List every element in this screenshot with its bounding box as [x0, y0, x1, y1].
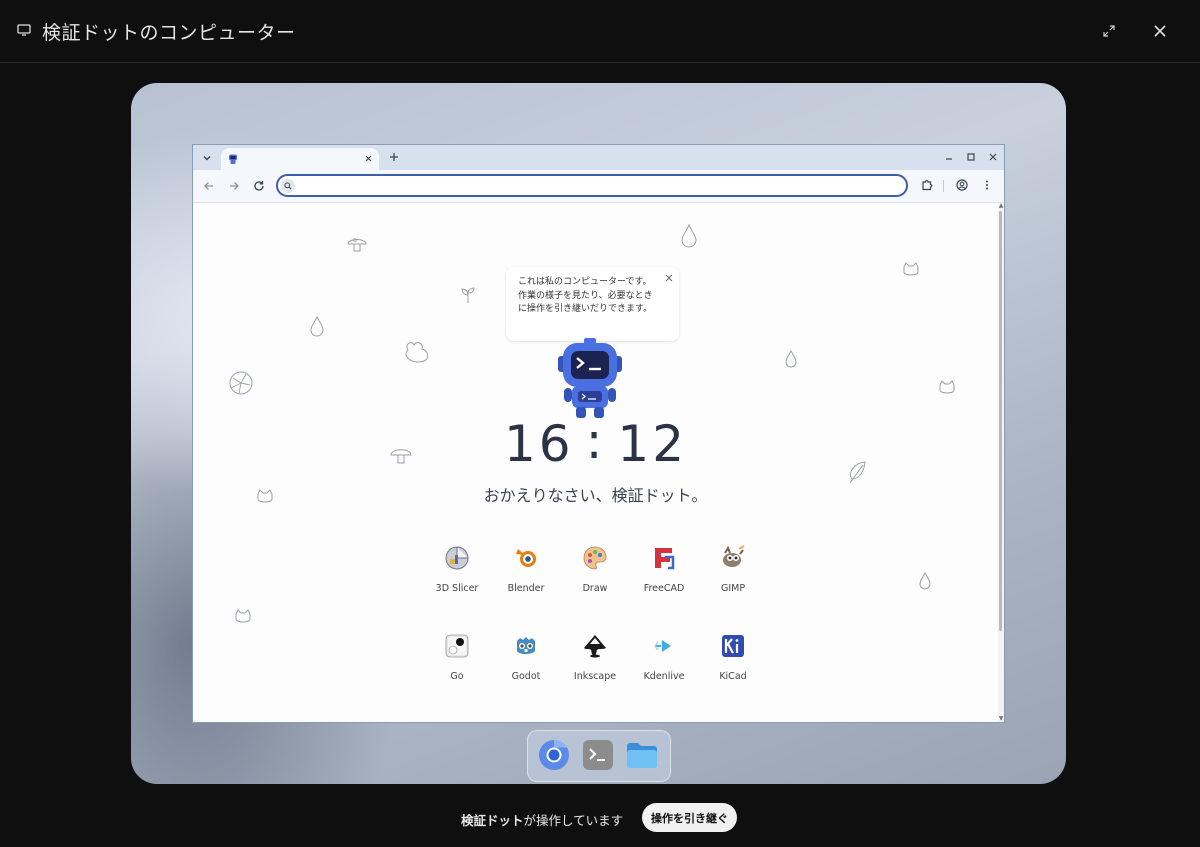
app-label: GIMP	[720, 583, 746, 594]
scroll-down-icon[interactable]: ▼	[998, 716, 1004, 722]
greeting-text: おかえりなさい、検証ドット。	[483, 486, 708, 505]
window-titlebar: 検証ドットのコンピューター	[0, 0, 1200, 63]
terminal-icon[interactable]	[581, 738, 615, 772]
forward-arrow-icon[interactable]	[227, 179, 241, 193]
app-inkscape[interactable]: Inkscape	[560, 627, 630, 687]
tab-strip	[193, 145, 1004, 170]
citrus-doodle-icon	[229, 371, 253, 395]
browser-toolbar	[193, 170, 1004, 203]
mushroom-doodle-icon	[347, 238, 367, 252]
drop-doodle-icon	[681, 223, 697, 248]
actor-name: 検証ドット	[461, 813, 524, 828]
gimp-icon	[723, 545, 745, 567]
maximize-icon[interactable]	[965, 151, 977, 163]
drop-doodle-icon	[919, 572, 931, 590]
app-label: Inkscape	[573, 671, 617, 682]
app-label: Blender	[507, 583, 545, 594]
profile-icon[interactable]	[955, 178, 969, 192]
clock-separator: :	[585, 412, 606, 470]
chrome-icon[interactable]	[537, 738, 571, 772]
draw-icon	[583, 546, 607, 570]
monitor-icon	[17, 24, 31, 36]
drop-doodle-icon	[785, 350, 797, 368]
remote-desktop: これは私のコンピューターです。作業の様子を見たり、必要なときに操作を引き継いだり…	[131, 83, 1066, 784]
cat-doodle-icon	[903, 262, 919, 276]
freecad-icon	[655, 548, 675, 570]
browser-tab[interactable]	[221, 148, 379, 170]
clock-minutes: 12	[617, 415, 688, 473]
app-kdenlive[interactable]: Kdenlive	[629, 627, 699, 687]
go-icon	[445, 634, 469, 658]
address-input[interactable]	[300, 177, 899, 196]
dock	[527, 730, 671, 782]
extensions-icon[interactable]	[920, 178, 934, 192]
scrollbar-thumb[interactable]	[999, 211, 1002, 631]
tab-close-icon[interactable]	[363, 153, 374, 164]
robot-favicon-icon	[229, 154, 237, 164]
new-tab-page: これは私のコンピューターです。作業の様子を見たり、必要なときに操作を引き継いだり…	[193, 203, 998, 722]
clock: 16:12	[193, 412, 998, 473]
app-freecad[interactable]: FreeCAD	[629, 539, 699, 599]
app-label: Godot	[511, 671, 541, 682]
app-go[interactable]: Go	[422, 627, 492, 687]
window-title: 検証ドットのコンピューター	[42, 22, 296, 44]
reload-icon[interactable]	[252, 179, 266, 193]
app-label: 3D Slicer	[435, 583, 479, 594]
back-arrow-icon[interactable]	[202, 179, 216, 193]
minimize-icon[interactable]	[943, 151, 955, 163]
kicad-icon	[722, 635, 744, 657]
toolbar-divider	[943, 180, 944, 192]
app-kicad[interactable]: KiCad	[698, 627, 768, 687]
scroll-up-icon[interactable]: ▲	[998, 203, 1004, 209]
robot-mascot-icon	[558, 338, 622, 418]
chevron-down-icon[interactable]	[201, 152, 213, 164]
godot-icon	[517, 637, 535, 654]
blender-icon	[516, 549, 536, 567]
kdenlive-icon	[654, 640, 671, 652]
kebab-menu-icon[interactable]	[980, 178, 994, 192]
address-bar[interactable]	[276, 174, 908, 197]
clock-hours: 16	[503, 415, 574, 473]
app-draw[interactable]: Draw	[560, 539, 630, 599]
bubble-text: これは私のコンピューターです。作業の様子を見たり、必要なときに操作を引き継いだり…	[518, 277, 653, 314]
app-label: FreeCAD	[643, 583, 685, 594]
app-label: KiCad	[719, 671, 747, 682]
mascot-speech-bubble: これは私のコンピューターです。作業の様子を見たり、必要なときに操作を引き継いだり…	[506, 267, 679, 341]
app-godot[interactable]: Godot	[491, 627, 561, 687]
bubble-close-icon[interactable]	[664, 273, 674, 283]
plus-icon[interactable]	[387, 150, 401, 164]
expand-icon[interactable]	[1102, 24, 1116, 38]
cat-doodle-icon	[939, 380, 955, 394]
page-scrollbar[interactable]: ▲ ▼	[998, 203, 1004, 722]
search-icon	[281, 179, 295, 193]
status-message: が操作しています	[523, 813, 624, 828]
browser-window: これは私のコンピューターです。作業の様子を見たり、必要なときに操作を引き継いだり…	[192, 144, 1005, 723]
files-icon[interactable]	[625, 738, 659, 772]
app-gimp[interactable]: GIMP	[698, 539, 768, 599]
frog-doodle-icon	[405, 341, 429, 363]
sprout-doodle-icon	[461, 287, 475, 303]
app-3d-slicer[interactable]: 3D Slicer	[422, 539, 492, 599]
window-close-icon[interactable]	[987, 151, 999, 163]
cat-doodle-icon	[235, 609, 251, 623]
close-icon[interactable]	[1152, 23, 1168, 39]
app-label: Draw	[582, 583, 608, 594]
app-blender[interactable]: Blender	[491, 539, 561, 599]
app-label: Kdenlive	[643, 671, 685, 682]
app-label: Go	[450, 671, 464, 682]
drop-doodle-icon	[310, 315, 324, 337]
take-over-button[interactable]: 操作を引き継ぐ	[642, 803, 737, 832]
control-status: 検証ドットが操作しています	[461, 810, 623, 829]
inkscape-icon	[584, 635, 606, 658]
3d-slicer-icon	[445, 546, 469, 570]
